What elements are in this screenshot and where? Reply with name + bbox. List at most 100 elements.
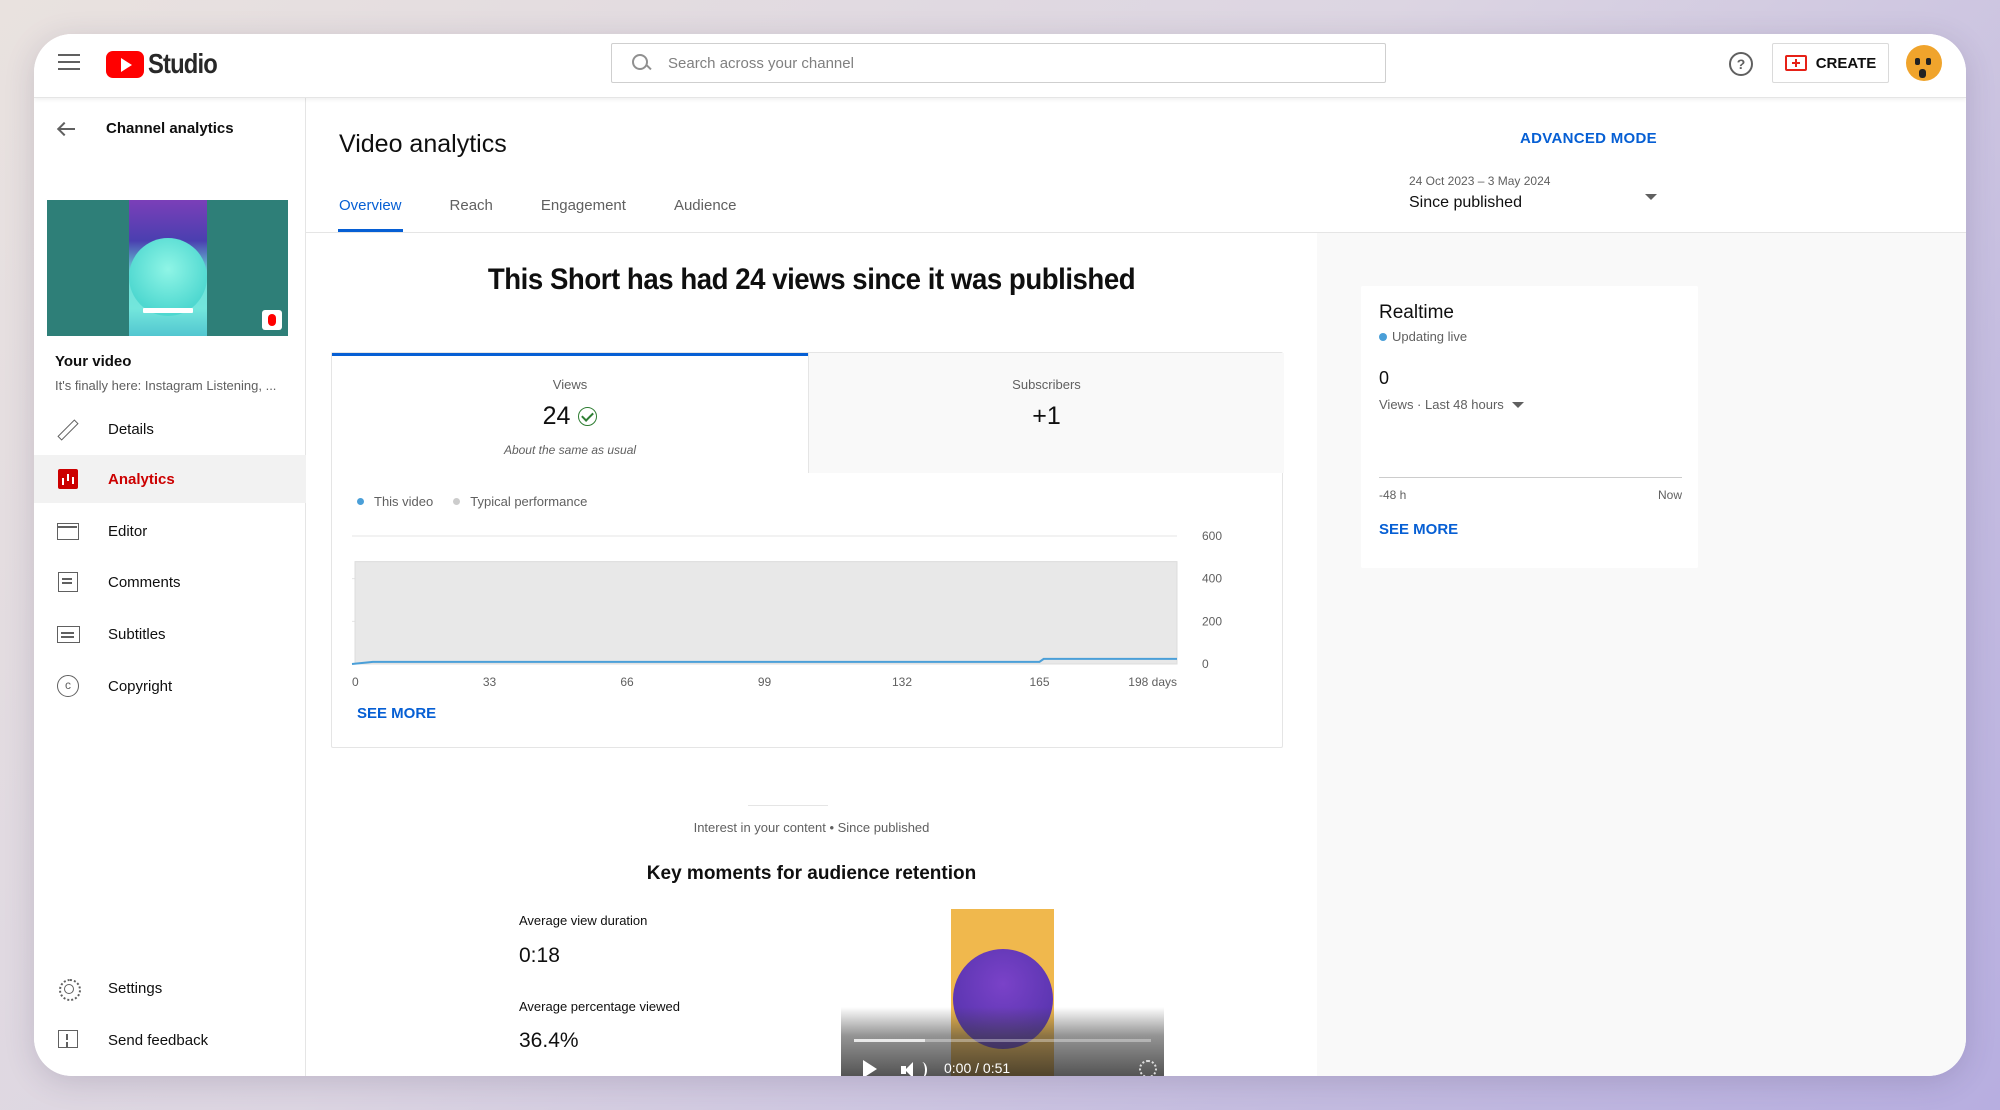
tab-engagement[interactable]: Engagement [541,197,626,237]
tab-overview[interactable]: Overview [338,197,403,237]
realtime-value: 0 [1379,368,1390,388]
advanced-mode-button[interactable]: ADVANCED MODE [1520,130,1657,147]
feedback-icon [56,1028,80,1052]
search-input[interactable] [668,54,1368,72]
metric-name: Views [552,377,588,392]
legend-dot [357,498,364,505]
legend-item: This video [357,494,433,509]
back-to-channel-analytics[interactable]: Channel analytics [56,120,234,137]
shorts-icon [262,310,282,330]
comments-icon [56,570,80,594]
overview-panel: This Short has had 24 views since it was… [306,233,1317,1076]
analytics-icon [58,469,78,489]
thumbnail-frame [129,200,207,336]
player-settings-icon[interactable] [1139,1060,1157,1076]
realtime-title: Realtime [1379,302,1454,323]
y-tick-label: 0 [1202,657,1209,671]
subtitles-icon [56,622,80,646]
check-circle-icon [578,407,598,426]
studio-logo[interactable]: Studio [106,48,229,80]
date-range: 24 Oct 2023 – 3 May 2024 [1409,174,1551,188]
chevron-down-icon [1511,401,1524,408]
avg-percentage-label: Average percentage viewed [519,999,680,1014]
see-more-button[interactable]: SEE MORE [357,705,436,722]
player-progress-bar[interactable] [854,1039,1151,1042]
video-player[interactable]: 0:00 / 0:51 [841,909,1164,1076]
x-tick-label: 165 [1029,675,1049,689]
create-button[interactable]: CREATE [1772,43,1889,83]
legend-label: Typical performance [470,494,588,509]
help-icon[interactable]: ? [1729,52,1753,76]
key-moments-title: Key moments for audience retention [646,863,977,884]
video-thumbnail[interactable] [47,200,288,336]
headline: This Short has had 24 views since it was… [487,263,1136,296]
volume-wave-icon [917,1062,927,1076]
avg-view-duration-value: 0:18 [519,944,560,967]
thumbnail-caption [143,308,193,313]
thumbnail-circle [129,238,207,316]
create-video-icon [1784,55,1807,71]
legend-item: Typical performance [453,494,587,509]
sidebar-item-send-feedback[interactable]: Send feedback [34,1016,306,1064]
x-tick-label: 0 [352,675,359,689]
sidebar-item-comments[interactable]: Comments [34,558,306,606]
realtime-period-dropdown[interactable]: Views · Last 48 hours [1379,397,1524,412]
create-label: CREATE [1815,54,1877,72]
sidebar-item-settings[interactable]: Settings [34,964,306,1012]
app-name: Studio [148,48,218,79]
analytics-tabs: Overview Reach Engagement Audience [338,197,785,237]
avatar[interactable] [1906,45,1942,81]
page-title: Video analytics [339,130,507,158]
sidebar-item-label: Analytics [108,470,175,488]
date-label: Since published [1409,194,1522,211]
metric-value: 24 [542,402,571,430]
search-icon [630,52,652,74]
sidebar-item-label: Send feedback [108,1031,209,1049]
video-title: It's finally here: Instagram Listening, … [55,378,277,393]
realtime-card: Realtime Updating live 0 Views · Last 48… [1361,286,1698,568]
live-dot-icon [1379,332,1387,341]
sidebar-item-label: Copyright [108,677,173,695]
sidebar-item-editor[interactable]: Editor [34,507,306,555]
realtime-period-label: Views · Last 48 hours [1379,397,1504,412]
editor-icon [56,519,80,543]
tab-audience[interactable]: Audience [674,197,737,237]
back-label: Channel analytics [106,120,234,137]
youtube-logo-icon [106,50,144,78]
x-tick-label: 99 [758,675,772,689]
legend-dot [453,498,461,505]
sidebar-item-details[interactable]: Details [34,405,306,453]
interest-label: Interest in your content • Since publish… [693,820,930,835]
metric-tab-views[interactable]: Views 24 About the same as usual [332,353,808,473]
metric-value: +1 [1032,402,1061,430]
studio-window: Studio ? CREATE Channel analytics Your v… [34,34,1966,1076]
menu-icon[interactable] [58,54,80,72]
sidebar-item-label: Editor [108,522,148,540]
legend-label: This video [374,494,434,509]
player-time: 0:00 / 0:51 [944,1060,1011,1076]
realtime-status: Updating live [1379,329,1467,344]
play-icon[interactable] [863,1060,877,1076]
y-tick-label: 600 [1202,529,1222,543]
avg-view-duration-label: Average view duration [519,913,648,928]
metric-note: About the same as usual [503,443,637,457]
chevron-down-icon [1645,194,1657,200]
date-range-picker[interactable]: 24 Oct 2023 – 3 May 2024 Since published [1409,174,1657,220]
top-header: Studio ? CREATE [34,34,1966,98]
metric-tab-subscribers[interactable]: Subscribers +1 [808,353,1284,473]
sidebar-item-analytics[interactable]: Analytics [34,455,306,503]
tab-reach[interactable]: Reach [450,197,493,237]
realtime-see-more-button[interactable]: SEE MORE [1379,521,1458,538]
realtime-axis [1379,477,1682,478]
sidebar-item-label: Comments [108,573,181,591]
sidebar-item-copyright[interactable]: Copyright [34,662,306,710]
typical-performance-band [354,561,1178,665]
sidebar-item-label: Subtitles [108,625,166,643]
realtime-status-text: Updating live [1392,329,1468,344]
sidebar-item-subtitles[interactable]: Subtitles [34,610,306,658]
arrow-back-icon [56,121,76,137]
metric-value-row: 24 [543,402,598,431]
metric-name: Subscribers [1012,377,1081,392]
search-bar[interactable] [611,43,1386,83]
copyright-icon [56,674,80,698]
